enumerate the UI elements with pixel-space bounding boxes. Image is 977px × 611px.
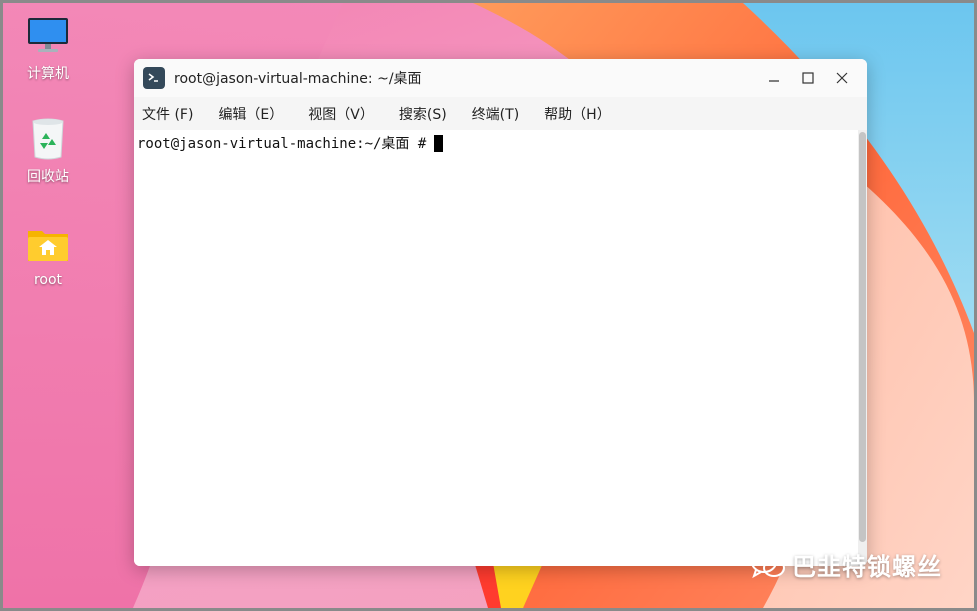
window-title: root@jason-virtual-machine: ~/桌面 <box>174 71 422 87</box>
prompt-line: root@jason-virtual-machine:~/桌面 # <box>137 133 444 153</box>
text-cursor <box>434 134 444 152</box>
desktop-icon-root[interactable]: root <box>8 222 88 288</box>
watermark-text: 巴韭特锁螺丝 <box>792 553 942 581</box>
menu-file[interactable]: 文件 (F) <box>134 104 201 124</box>
menu-edit[interactable]: 编辑（E） <box>210 104 291 124</box>
desktop-icon-trash[interactable]: 回收站 <box>8 116 88 186</box>
desktop-icon-computer[interactable]: 计算机 <box>8 13 88 83</box>
menu-search[interactable]: 搜索(S) <box>391 104 455 124</box>
terminal-window[interactable]: root@jason-virtual-machine: ~/桌面 文件 (F) … <box>134 59 867 566</box>
watermark: 巴韭特锁螺丝 <box>750 547 942 582</box>
close-icon <box>836 72 848 84</box>
desktop-icon-label: 回收站 <box>27 169 69 185</box>
minimize-button[interactable] <box>757 63 791 93</box>
title-bar[interactable]: root@jason-virtual-machine: ~/桌面 <box>134 59 867 97</box>
menu-terminal[interactable]: 终端(T) <box>464 104 527 124</box>
window-controls <box>757 59 859 97</box>
terminal-area[interactable]: root@jason-virtual-machine:~/桌面 # <box>134 130 867 566</box>
terminal-icon <box>143 67 165 89</box>
home-folder-icon <box>25 222 71 268</box>
desktop: 计算机 回收站 root root@jason-virtual-machine:… <box>0 0 977 611</box>
maximize-icon <box>802 72 814 84</box>
maximize-button[interactable] <box>791 63 825 93</box>
desktop-icon-label: root <box>33 272 63 288</box>
shell-prompt: root@jason-virtual-machine:~/桌面 # <box>137 136 427 152</box>
close-button[interactable] <box>825 63 859 93</box>
desktop-icon-label: 计算机 <box>27 66 69 82</box>
menu-bar: 文件 (F) 编辑（E） 视图（V） 搜索(S) 终端(T) 帮助（H） <box>134 97 867 130</box>
menu-view[interactable]: 视图（V） <box>300 104 382 124</box>
wechat-icon <box>751 550 785 578</box>
menu-help[interactable]: 帮助（H） <box>536 104 619 124</box>
trash-icon <box>25 116 71 162</box>
computer-icon <box>25 13 71 59</box>
scrollbar-thumb[interactable] <box>859 132 866 542</box>
minimize-icon <box>769 80 779 82</box>
scrollbar[interactable] <box>858 130 867 566</box>
